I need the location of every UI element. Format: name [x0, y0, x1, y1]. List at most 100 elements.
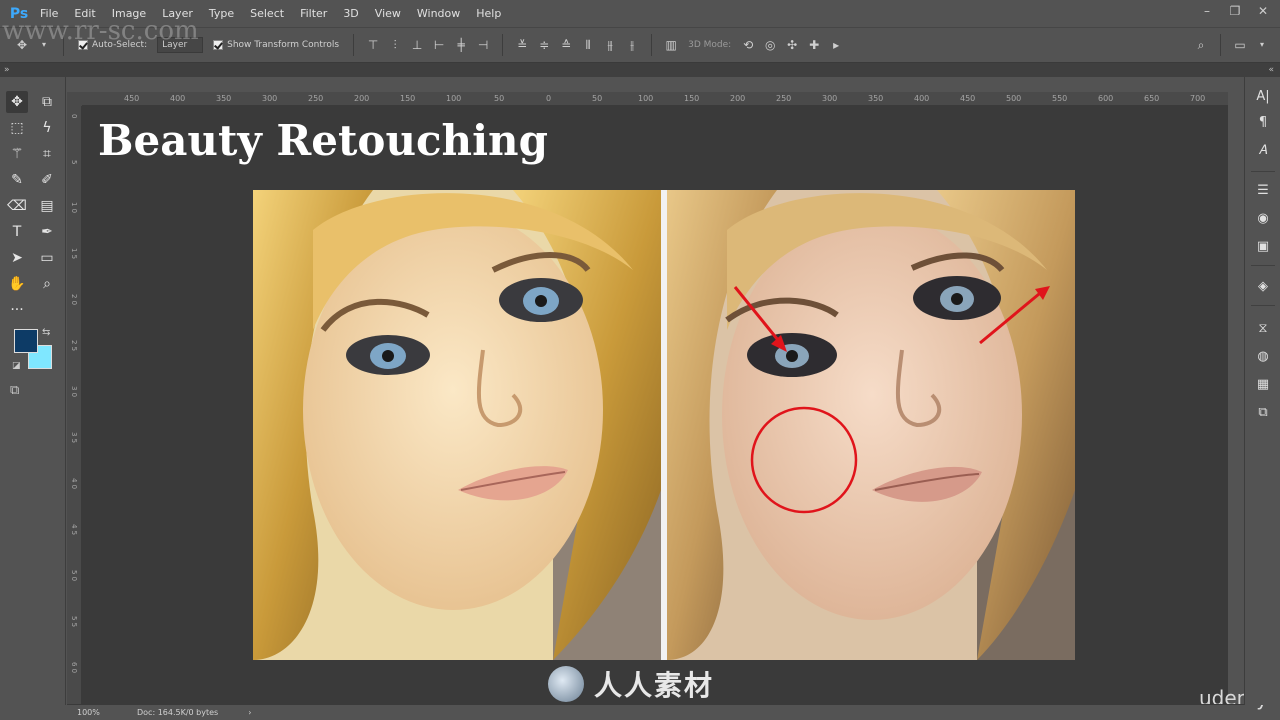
ruler-label: 3 0 — [70, 386, 78, 398]
distribute-left-icon[interactable]: ⫴ — [580, 37, 596, 53]
type-tool-icon[interactable]: T — [6, 221, 28, 243]
default-colors-icon[interactable]: ◪ — [12, 361, 21, 371]
swatches-panel-icon[interactable]: ▦ — [1253, 375, 1273, 395]
menu-filter[interactable]: Filter — [292, 7, 335, 20]
distribute-bottom-icon[interactable]: ≙ — [558, 37, 574, 53]
ruler-label: 450 — [960, 94, 976, 103]
properties-panel-icon[interactable]: ☰ — [1253, 181, 1273, 201]
ruler-label: 600 — [1098, 94, 1114, 103]
restore-icon[interactable]: ❐ — [1228, 4, 1242, 18]
align-vertical-center-icon[interactable]: ⫶ — [387, 37, 403, 53]
menu-window[interactable]: Window — [409, 7, 468, 20]
search-icon[interactable]: ⌕ — [1193, 37, 1209, 53]
move-tool-icon[interactable]: ✥ — [6, 91, 28, 113]
slide-title: Beauty Retouching — [98, 116, 548, 165]
document-canvas[interactable]: Beauty Retouching — [82, 106, 1228, 704]
checkbox-checked-icon — [213, 40, 224, 50]
collapse-panels-icon[interactable]: « — [1268, 65, 1274, 75]
minimize-icon[interactable]: – — [1200, 4, 1214, 18]
zoom-tool-icon[interactable]: ⌕ — [36, 273, 58, 295]
magic-wand-tool-icon[interactable]: ⚚ — [6, 143, 28, 165]
libraries-panel-icon[interactable]: ▣ — [1253, 237, 1273, 257]
ruler-label: 4 5 — [70, 524, 78, 536]
align-left-icon[interactable]: ⊢ — [431, 37, 447, 53]
eyedropper-tool-icon[interactable]: ✎ — [6, 169, 28, 191]
chevron-right-icon[interactable]: › — [248, 708, 251, 717]
quick-mask-icon[interactable]: ⧉ — [10, 383, 19, 398]
marquee-tool-icon[interactable]: ⬚ — [6, 117, 28, 139]
history-panel-icon[interactable]: ⧖ — [1253, 319, 1273, 339]
menu-type[interactable]: Type — [201, 7, 242, 20]
tools-panel: ✥ ⧉ ⬚ ϟ ⚚ ⌗ ✎ ✐ ⌫ ▤ T ✒ ➤ ▭ ✋ ⌕ ··· ⇆ ◪ … — [0, 77, 66, 705]
vertical-ruler: 0 5 1 0 1 5 2 0 2 5 3 0 3 5 4 0 4 5 5 0 … — [67, 106, 82, 706]
artboard-tool-icon[interactable]: ⧉ — [36, 91, 58, 113]
ruler-corner — [67, 92, 82, 106]
ruler-label: 150 — [684, 94, 700, 103]
show-transform-checkbox[interactable]: Show Transform Controls — [213, 40, 339, 50]
workspace-icon[interactable]: ▭ — [1232, 37, 1248, 53]
ruler-label: 50 — [592, 94, 603, 103]
divider — [502, 34, 504, 56]
ruler-label: 400 — [170, 94, 186, 103]
divider — [1251, 265, 1275, 266]
adjustments-panel-icon[interactable]: ◉ — [1253, 209, 1273, 229]
distribute-vertical-center-icon[interactable]: ≑ — [536, 37, 552, 53]
align-right-icon[interactable]: ⊣ — [475, 37, 491, 53]
ruler-label: 100 — [446, 94, 462, 103]
align-bottom-icon[interactable]: ⊥ — [409, 37, 425, 53]
distribute-horizontal-center-icon[interactable]: ⫵ — [602, 37, 618, 53]
horizontal-ruler: 450 400 350 300 250 200 150 100 50 0 50 … — [82, 92, 1228, 106]
site-watermark: www.rr-sc.com — [2, 16, 199, 46]
orbit-3d-icon[interactable]: ⟲ — [740, 37, 756, 53]
layers-panel-icon[interactable]: ◈ — [1253, 277, 1273, 297]
edit-toolbar-icon[interactable]: ··· — [6, 299, 28, 321]
eraser-tool-icon[interactable]: ⌫ — [6, 195, 28, 217]
menu-select[interactable]: Select — [242, 7, 292, 20]
character-panel-icon[interactable]: A| — [1253, 87, 1273, 107]
menu-view[interactable]: View — [367, 7, 409, 20]
ruler-label: 5 — [70, 160, 78, 165]
menu-3d[interactable]: 3D — [335, 7, 366, 20]
collapse-toolbar-icon[interactable]: » — [4, 65, 10, 75]
paragraph-panel-icon[interactable]: ¶ — [1253, 113, 1273, 133]
scale-3d-icon[interactable]: ▸ — [828, 37, 844, 53]
ruler-label: 200 — [730, 94, 746, 103]
menu-help[interactable]: Help — [468, 7, 509, 20]
roll-3d-icon[interactable]: ◎ — [762, 37, 778, 53]
drag-3d-icon[interactable]: ✣ — [784, 37, 800, 53]
gradient-tool-icon[interactable]: ▤ — [36, 195, 58, 217]
swap-colors-icon[interactable]: ⇆ — [42, 327, 50, 338]
path-selection-tool-icon[interactable]: ➤ — [6, 247, 28, 269]
ruler-label: 450 — [124, 94, 140, 103]
ruler-label: 200 — [354, 94, 370, 103]
distribute-right-icon[interactable]: ⫲ — [624, 37, 640, 53]
lasso-tool-icon[interactable]: ϟ — [36, 117, 58, 139]
color-panel-icon[interactable]: ◍ — [1253, 347, 1273, 367]
ruler-label: 500 — [1006, 94, 1022, 103]
pen-tool-icon[interactable]: ✒ — [36, 221, 58, 243]
auto-align-icon[interactable]: ▥ — [663, 37, 679, 53]
align-horizontal-center-icon[interactable]: ╪ — [453, 37, 469, 53]
ruler-label: 350 — [216, 94, 232, 103]
before-portrait-image — [253, 190, 661, 660]
brand-watermark: 人人素材 — [548, 664, 714, 704]
brush-tool-icon[interactable]: ✐ — [36, 169, 58, 191]
shape-tool-icon[interactable]: ▭ — [36, 247, 58, 269]
ruler-label: 700 — [1190, 94, 1206, 103]
clone-source-panel-icon[interactable]: ⧉ — [1253, 403, 1273, 423]
crop-tool-icon[interactable]: ⌗ — [36, 143, 58, 165]
ruler-label: 4 0 — [70, 478, 78, 490]
slide-3d-icon[interactable]: ✚ — [806, 37, 822, 53]
hand-tool-icon[interactable]: ✋ — [6, 273, 28, 295]
glyphs-panel-icon[interactable]: 𝐴 — [1253, 141, 1273, 161]
zoom-level[interactable]: 100% — [67, 708, 127, 717]
foreground-color-swatch[interactable] — [14, 329, 38, 353]
ruler-label: 650 — [1144, 94, 1160, 103]
chevron-down-icon[interactable]: ▾ — [1254, 37, 1270, 53]
divider — [1251, 171, 1275, 172]
3d-mode-label: 3D Mode: — [688, 40, 732, 50]
close-icon[interactable]: ✕ — [1256, 4, 1270, 18]
distribute-top-icon[interactable]: ≚ — [514, 37, 530, 53]
ruler-label: 250 — [308, 94, 324, 103]
align-top-icon[interactable]: ⊤ — [365, 37, 381, 53]
